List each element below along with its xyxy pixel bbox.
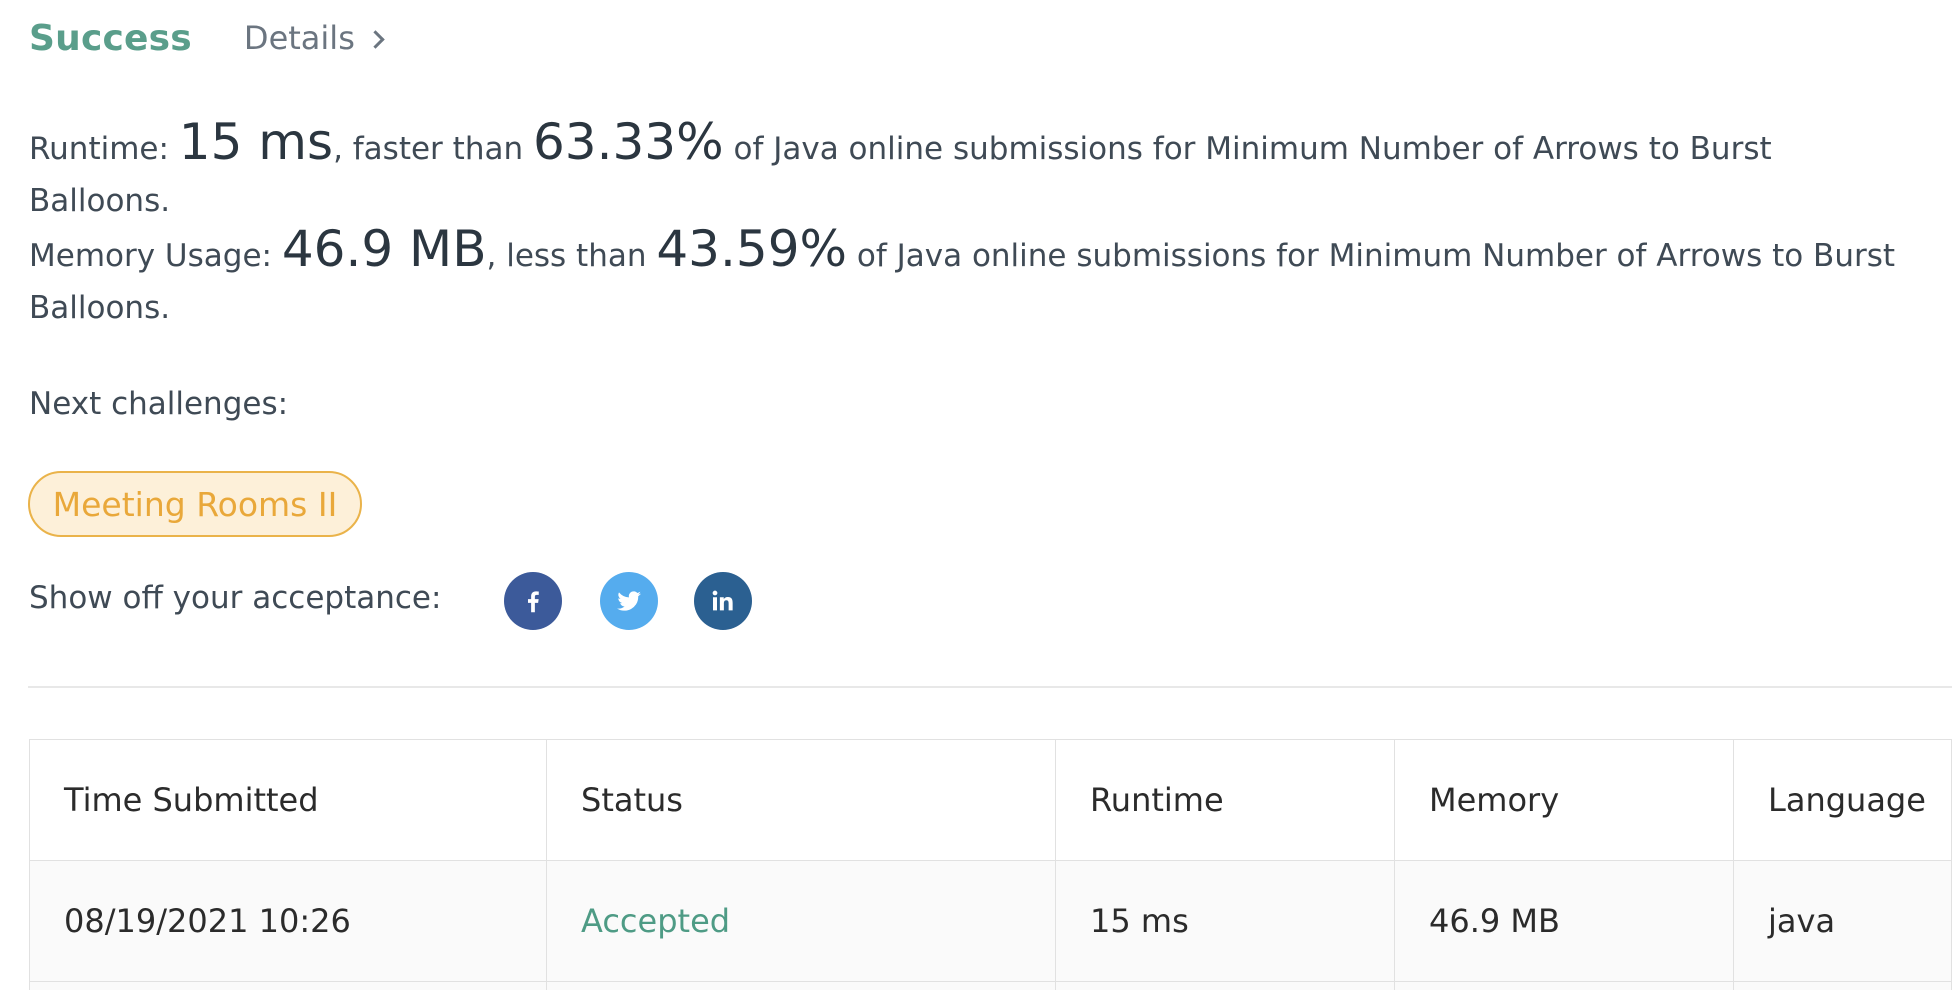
memory-stat: Memory Usage: 46.9 MB, less than 43.59% … [29, 223, 1909, 334]
cell-status-link[interactable]: Accepted [546, 860, 1056, 982]
table-row: 08/19/2021 10:26 Accepted 15 ms 46.9 MB … [29, 860, 1952, 982]
column-header-runtime[interactable]: Runtime [1055, 739, 1395, 861]
runtime-prefix: Runtime: [29, 131, 179, 167]
challenge-pill-meeting-rooms-ii[interactable]: Meeting Rooms II [28, 471, 362, 537]
memory-value: 46.9 MB [281, 220, 487, 278]
cell-language: java [1733, 860, 1952, 982]
section-divider [28, 686, 1952, 688]
memory-prefix: Memory Usage: [29, 238, 282, 274]
facebook-share-button[interactable] [504, 572, 562, 630]
memory-percent: 43.59% [656, 220, 848, 278]
runtime-value: 15 ms [178, 113, 334, 171]
cell-time-submitted: 08/19/2021 10:26 [29, 860, 547, 982]
submissions-table: Time Submitted Status Runtime Memory Lan… [29, 739, 1952, 990]
share-label: Show off your acceptance: [29, 580, 442, 616]
linkedin-share-button[interactable] [694, 572, 752, 630]
linkedin-icon [712, 590, 733, 611]
next-challenges-label: Next challenges: [29, 386, 289, 422]
submission-result-page: Success Details Runtime: 15 ms, faster t… [0, 0, 1952, 990]
column-header-language[interactable]: Language [1733, 739, 1952, 861]
twitter-share-button[interactable] [600, 572, 658, 630]
cell-runtime: 15 ms [1055, 860, 1395, 982]
table-header-row: Time Submitted Status Runtime Memory Lan… [29, 739, 1952, 861]
runtime-middle: , faster than [333, 131, 533, 167]
facebook-icon [528, 591, 539, 613]
chevron-right-icon [366, 29, 385, 49]
memory-middle: , less than [486, 238, 657, 274]
cell-memory: 46.9 MB [1394, 860, 1734, 982]
details-label: Details [243, 19, 355, 57]
result-header: Success Details [29, 12, 385, 64]
column-header-time-submitted[interactable]: Time Submitted [29, 739, 547, 861]
success-title: Success [29, 17, 192, 59]
column-header-memory[interactable]: Memory [1394, 739, 1734, 861]
details-link[interactable]: Details [243, 19, 385, 57]
runtime-percent: 63.33% [532, 113, 724, 171]
runtime-stat: Runtime: 15 ms, faster than 63.33% of Ja… [29, 116, 1909, 227]
column-header-status[interactable]: Status [546, 739, 1056, 861]
table-row-partial [29, 981, 1952, 990]
twitter-icon [617, 591, 641, 611]
